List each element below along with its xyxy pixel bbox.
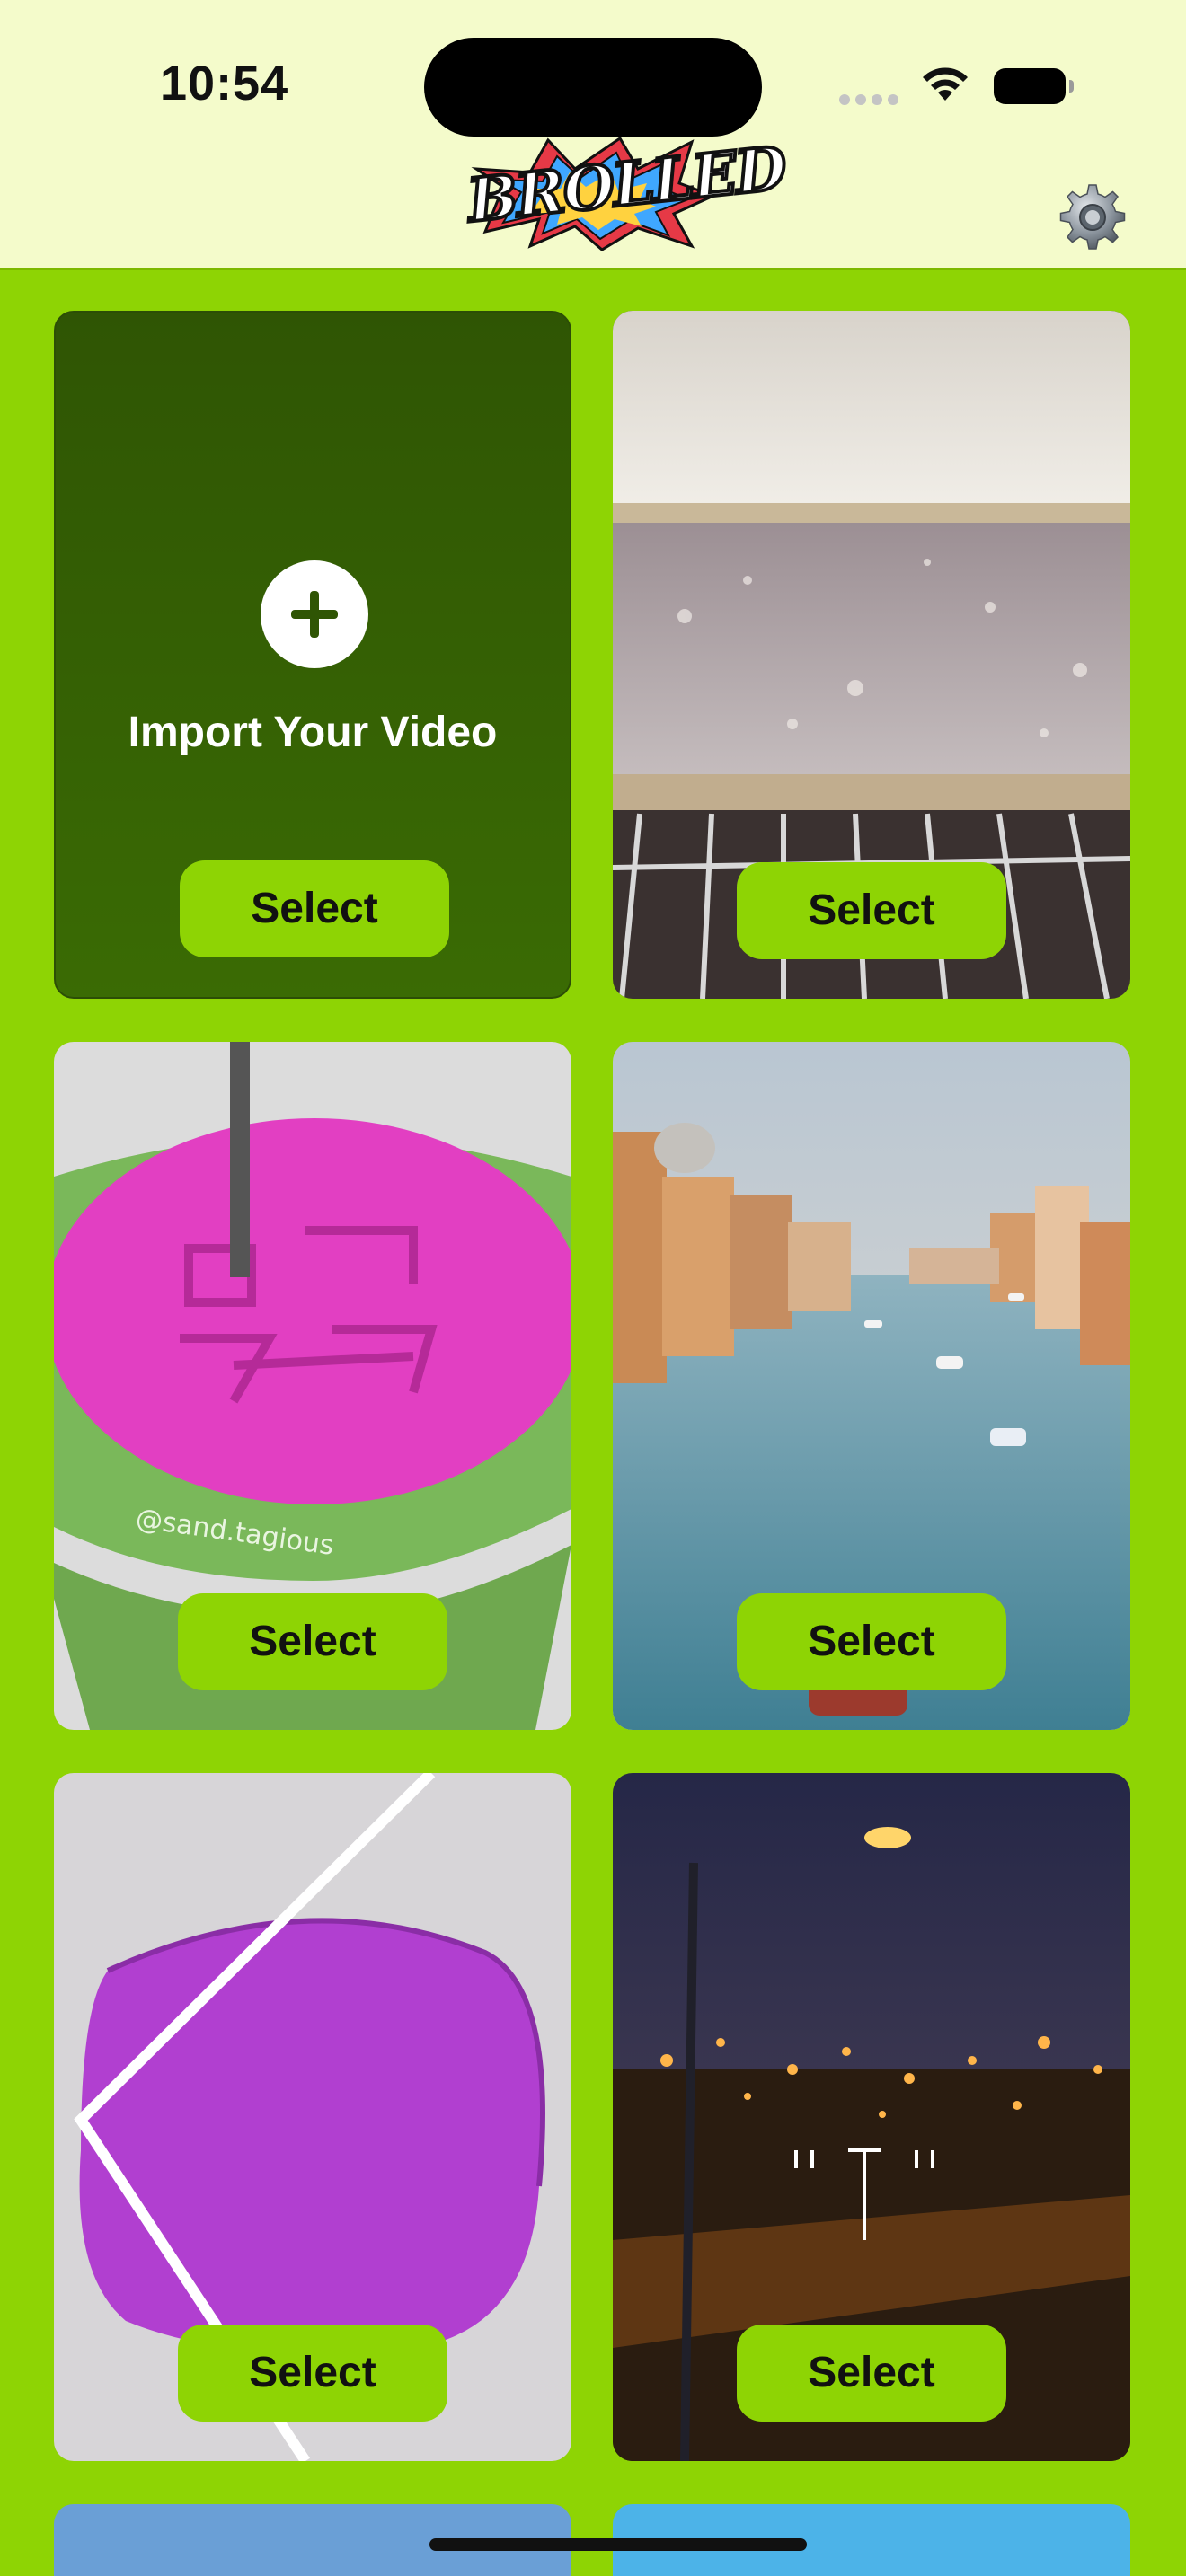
- app-header: 10:54 BROLLED: [0, 0, 1186, 270]
- dynamic-island: [424, 38, 762, 137]
- video-card-purple-sand[interactable]: Select: [54, 1773, 571, 2461]
- wifi-icon: [923, 67, 968, 101]
- video-card-venice[interactable]: Select: [613, 1042, 1130, 1730]
- select-button[interactable]: Select: [178, 1593, 447, 1690]
- select-button[interactable]: Select: [737, 2325, 1006, 2422]
- plus-icon[interactable]: [261, 560, 368, 668]
- brolled-logo: BROLLED: [463, 131, 790, 253]
- import-select-button[interactable]: Select: [180, 860, 449, 957]
- battery-icon: [994, 68, 1074, 104]
- status-time: 10:54: [160, 57, 289, 110]
- video-card-pink-sand[interactable]: @sand.tagious Select: [54, 1042, 571, 1730]
- cellular-icon: [839, 93, 904, 110]
- home-indicator: [429, 2538, 807, 2551]
- video-card-oven-tray[interactable]: Select: [613, 311, 1130, 999]
- select-button[interactable]: Select: [737, 862, 1006, 959]
- select-button[interactable]: Select: [737, 1593, 1006, 1690]
- gear-icon[interactable]: [1057, 181, 1128, 253]
- select-button[interactable]: Select: [178, 2325, 447, 2422]
- video-card-night-street[interactable]: Select: [613, 1773, 1130, 2461]
- import-label: Import Your Video: [128, 709, 498, 756]
- import-video-card[interactable]: Import Your Video Select: [54, 311, 571, 999]
